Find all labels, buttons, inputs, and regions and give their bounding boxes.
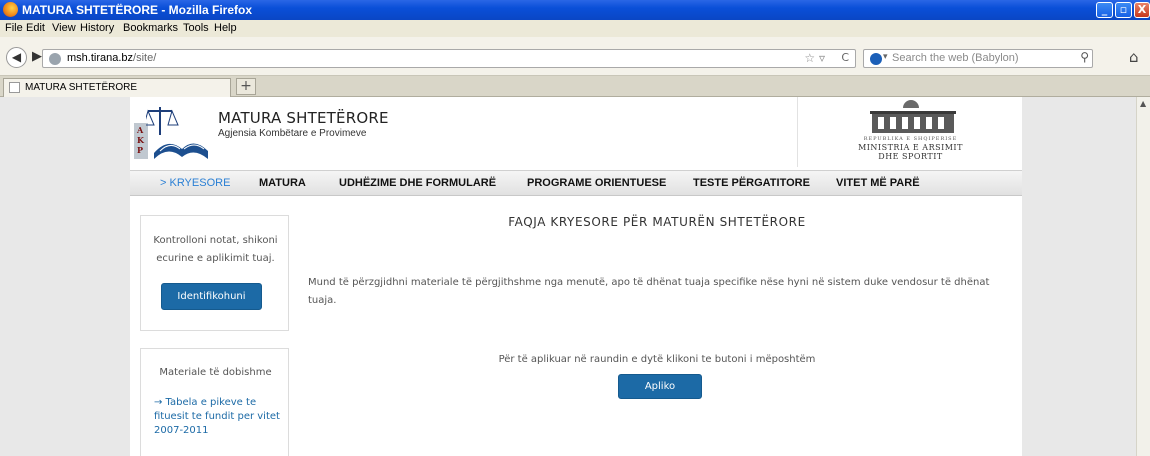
- tab-strip: MATURA SHTETËRORE +: [0, 76, 1150, 97]
- main-navigation: > KRYESORE MATURA UDHËZIME DHE FORMULARË…: [130, 170, 1022, 196]
- nav-kryesore[interactable]: > KRYESORE: [160, 177, 230, 189]
- search-engine-dropdown-icon[interactable]: ▾: [883, 52, 888, 62]
- url-bar[interactable]: msh.tirana.bz/site/ ☆ ▿ C: [42, 49, 856, 68]
- materials-box: Materiale të dobishme → Tabela e pikeve …: [140, 348, 289, 456]
- search-bar[interactable]: ▾ Search the web (Babylon) ⚲: [863, 49, 1093, 68]
- nav-programe[interactable]: PROGRAME ORIENTUESE: [527, 177, 666, 189]
- login-box: Kontrolloni notat, shikoni ecurine e apl…: [140, 215, 289, 331]
- tab-matura[interactable]: MATURA SHTETËRORE: [3, 78, 231, 97]
- url-text: msh.tirana.bz/site/: [67, 52, 157, 64]
- home-icon[interactable]: ⌂: [1129, 48, 1139, 66]
- site-header: A K P MATURA SHTETËRORE Agjensia Kombëta…: [130, 97, 1022, 167]
- menu-file[interactable]: File: [5, 22, 23, 34]
- menu-edit[interactable]: Edit: [26, 22, 45, 34]
- menu-history[interactable]: History: [80, 22, 114, 34]
- menu-view[interactable]: View: [52, 22, 76, 34]
- ministry-seal-icon: [903, 100, 919, 108]
- materials-heading: Materiale të dobishme: [159, 367, 272, 378]
- site-title[interactable]: MATURA SHTETËRORE: [218, 109, 389, 127]
- menu-bar: File Edit View History Bookmarks Tools H…: [0, 20, 1150, 37]
- intro-text: Mund të përzgjidhni materiale të përgjit…: [308, 277, 990, 306]
- vertical-scrollbar[interactable]: ▲: [1136, 97, 1150, 456]
- page-icon: [9, 82, 20, 93]
- ministry-line2: MINISTRIA E ARSIMIT: [858, 143, 963, 152]
- nav-matura[interactable]: MATURA: [259, 177, 306, 189]
- nav-teste[interactable]: TESTE PËRGATITORE: [693, 177, 810, 189]
- minimize-button[interactable]: _: [1096, 2, 1113, 18]
- menu-tools[interactable]: Tools: [183, 22, 209, 34]
- ministry-line3: DHE SPORTIT: [878, 152, 943, 161]
- close-button[interactable]: X: [1134, 2, 1150, 18]
- login-button[interactable]: Identifikohuni: [161, 283, 262, 310]
- search-icon[interactable]: ⚲: [1080, 50, 1089, 64]
- new-tab-button[interactable]: +: [236, 78, 256, 95]
- scales-book-icon: [146, 107, 208, 159]
- window-title: MATURA SHTETËRORE - Mozilla Firefox: [22, 3, 253, 17]
- points-table-link[interactable]: → Tabela e pikeve te fituesit te fundit …: [154, 396, 284, 438]
- page-title: FAQJA KRYESORE PËR MATURËN SHTETËRORE: [508, 215, 806, 229]
- search-input[interactable]: Search the web (Babylon): [892, 52, 1019, 64]
- nav-vitet[interactable]: VITET MË PARË: [836, 177, 920, 189]
- akp-logo[interactable]: A K P: [134, 101, 212, 161]
- firefox-icon: [3, 2, 18, 17]
- login-box-text: Kontrolloni notat, shikoni ecurine e apl…: [153, 235, 278, 264]
- back-button[interactable]: ◀: [6, 47, 27, 68]
- window-title-bar[interactable]: MATURA SHTETËRORE - Mozilla Firefox _ ▫ …: [0, 0, 1150, 20]
- nav-udhezime[interactable]: UDHËZIME DHE FORMULARË: [339, 177, 496, 189]
- reload-icon[interactable]: C: [841, 51, 849, 64]
- logo-letters: A K P: [137, 125, 144, 155]
- ministry-line1: REPUBLIKA E SHQIPERISE: [863, 136, 958, 142]
- restore-button[interactable]: ▫: [1115, 2, 1132, 18]
- apply-instructions: Për të aplikuar në raundin e dytë klikon…: [498, 354, 816, 365]
- scroll-up-icon[interactable]: ▲: [1140, 99, 1146, 108]
- tab-title: MATURA SHTETËRORE: [25, 82, 138, 93]
- page-viewport: A K P MATURA SHTETËRORE Agjensia Kombëta…: [0, 97, 1136, 456]
- ministry-logo[interactable]: REPUBLIKA E SHQIPERISE MINISTRIA E ARSIM…: [797, 97, 1022, 167]
- babylon-icon[interactable]: [870, 53, 882, 65]
- building-icon: [870, 111, 956, 133]
- navigation-toolbar: ◀ ▶ msh.tirana.bz/site/ ☆ ▿ C ▾ Search t…: [0, 37, 1150, 76]
- bookmark-star-icon[interactable]: ☆ ▿: [804, 51, 825, 65]
- site-subtitle: Agjensia Kombëtare e Provimeve: [218, 128, 367, 139]
- site-identity-icon[interactable]: [49, 53, 61, 65]
- menu-bookmarks[interactable]: Bookmarks: [123, 22, 178, 34]
- menu-help[interactable]: Help: [214, 22, 237, 34]
- page-container: A K P MATURA SHTETËRORE Agjensia Kombëta…: [130, 97, 1022, 456]
- apply-button[interactable]: Apliko: [618, 374, 702, 399]
